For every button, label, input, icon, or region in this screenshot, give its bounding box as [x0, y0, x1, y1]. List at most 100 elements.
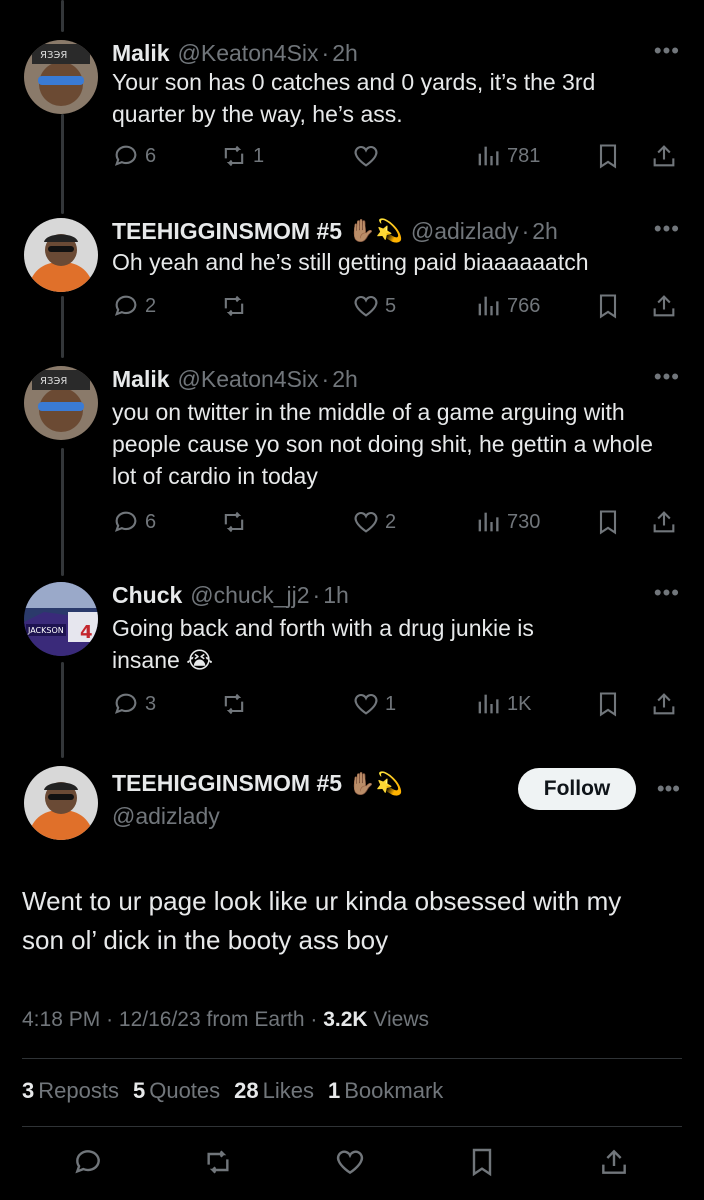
- views-total: 3.2K: [323, 1008, 368, 1031]
- heart-icon: [354, 693, 378, 715]
- share-icon: [653, 511, 675, 533]
- reply-button[interactable]: 3: [112, 688, 156, 720]
- views-count: 766: [507, 294, 541, 317]
- bookmark-icon: [599, 510, 617, 535]
- reply-icon: [114, 295, 137, 316]
- repost-icon: [224, 145, 244, 167]
- share-button[interactable]: [650, 506, 678, 538]
- like-button[interactable]: 1: [352, 688, 396, 720]
- tweet-date[interactable]: 12/16/23: [119, 1008, 201, 1031]
- football-jersey-avatar-icon: 4 JACKSON: [24, 582, 98, 656]
- more-icon[interactable]: •••: [657, 776, 680, 802]
- bookmark-button[interactable]: [594, 688, 622, 720]
- bookmark-button[interactable]: [594, 506, 622, 538]
- views-button[interactable]: 1K: [474, 688, 531, 720]
- main-avatar[interactable]: [24, 766, 98, 840]
- repost-button[interactable]: [220, 688, 253, 720]
- reply-icon: [114, 693, 137, 714]
- views-button[interactable]: 766: [474, 290, 540, 322]
- reply-button[interactable]: 6: [112, 140, 156, 172]
- author-name[interactable]: Malik: [112, 40, 170, 67]
- author-handle[interactable]: @adizlady: [411, 218, 519, 245]
- author-name[interactable]: Malik: [112, 366, 170, 393]
- views-count: 781: [507, 144, 541, 167]
- repost-icon: [224, 295, 244, 317]
- share-button[interactable]: [598, 1146, 630, 1178]
- reply-tweet[interactable]: ЯЗЭЯ Malik @Keaton4Six · 2h ••• Your son…: [0, 36, 704, 186]
- like-count: 5: [385, 294, 397, 317]
- heart-icon: [336, 1150, 364, 1175]
- timestamp[interactable]: 2h: [532, 218, 558, 245]
- likes-stat[interactable]: 28 Likes: [234, 1078, 314, 1104]
- reply-header: Chuck @chuck_jj2 · 1h: [112, 581, 349, 609]
- reply-tweet[interactable]: TEEHIGGINSMOM #5 ✋🏽💫 @adizlady · 2h ••• …: [0, 214, 704, 334]
- reply-button[interactable]: 6: [112, 506, 156, 538]
- views-count: 1K: [507, 692, 532, 715]
- author-handle[interactable]: @Keaton4Six: [178, 40, 319, 67]
- reply-tweet[interactable]: 4 JACKSON Chuck @chuck_jj2 · 1h ••• Goin…: [0, 578, 704, 728]
- reposts-stat[interactable]: 3 Reposts: [22, 1078, 119, 1104]
- like-button[interactable]: 5: [352, 290, 396, 322]
- share-button[interactable]: [650, 290, 678, 322]
- follow-button[interactable]: Follow: [518, 768, 636, 810]
- name-emoji: ✋🏽💫: [348, 770, 403, 796]
- like-button[interactable]: [334, 1146, 366, 1178]
- reply-count: 6: [145, 510, 157, 533]
- author-name[interactable]: TEEHIGGINSMOM #5: [112, 218, 342, 245]
- repost-button[interactable]: [220, 290, 253, 322]
- heart-icon: [354, 295, 378, 317]
- repost-icon: [224, 693, 244, 715]
- main-author-handle[interactable]: @adizlady: [112, 803, 220, 830]
- tweet-text: Going back and forth with a drug junkie …: [112, 615, 534, 673]
- repost-button[interactable]: 1: [220, 140, 264, 172]
- avatar[interactable]: 4 JACKSON: [24, 582, 98, 656]
- more-icon[interactable]: •••: [654, 38, 680, 64]
- share-button[interactable]: [650, 140, 678, 172]
- svg-text:ЯЗЭЯ: ЯЗЭЯ: [40, 376, 67, 387]
- bookmark-button[interactable]: [466, 1146, 498, 1178]
- repost-button[interactable]: [202, 1146, 234, 1178]
- bookmarks-stat[interactable]: 1 Bookmark: [328, 1078, 443, 1104]
- author-handle[interactable]: @chuck_jj2: [190, 582, 309, 609]
- reply-button[interactable]: [72, 1146, 104, 1178]
- more-icon[interactable]: •••: [654, 364, 680, 390]
- avatar[interactable]: ЯЗЭЯ: [24, 40, 98, 114]
- more-icon[interactable]: •••: [654, 580, 680, 606]
- author-handle[interactable]: @Keaton4Six: [178, 366, 319, 393]
- repost-button[interactable]: [220, 506, 253, 538]
- share-button[interactable]: [650, 688, 678, 720]
- action-bar: 6 1 781: [112, 140, 682, 172]
- like-button[interactable]: 2: [352, 506, 396, 538]
- like-count: 1: [385, 692, 397, 715]
- views-icon: [478, 296, 499, 316]
- timestamp[interactable]: 2h: [332, 40, 358, 67]
- views-icon: [478, 512, 499, 532]
- quotes-stat[interactable]: 5 Quotes: [133, 1078, 220, 1104]
- action-bar: 3 1 1K: [112, 688, 682, 720]
- orange-hoodie-avatar-icon: [24, 766, 98, 840]
- reply-button[interactable]: 2: [112, 290, 156, 322]
- bookmark-button[interactable]: [594, 290, 622, 322]
- share-icon: [653, 693, 675, 715]
- views-button[interactable]: 781: [474, 140, 540, 172]
- reply-icon: [114, 511, 137, 532]
- reply-icon: [114, 145, 137, 166]
- main-author-name[interactable]: TEEHIGGINSMOM #5 ✋🏽💫: [112, 770, 403, 797]
- bookmark-button[interactable]: [594, 140, 622, 172]
- reply-tweet[interactable]: ЯЗЭЯ Malik @Keaton4Six · 2h ••• you on t…: [0, 362, 704, 542]
- avatar[interactable]: [24, 218, 98, 292]
- author-name[interactable]: Chuck: [112, 582, 182, 609]
- main-action-bar: [0, 1146, 704, 1182]
- tweet-source: from Earth: [206, 1008, 305, 1031]
- like-button[interactable]: [352, 140, 385, 172]
- more-icon[interactable]: •••: [654, 216, 680, 242]
- share-icon: [602, 1149, 626, 1174]
- views-label: Views: [373, 1008, 430, 1031]
- timestamp[interactable]: 1h: [323, 582, 349, 609]
- views-button[interactable]: 730: [474, 506, 540, 538]
- svg-text:ЯЗЭЯ: ЯЗЭЯ: [40, 50, 67, 61]
- timestamp[interactable]: 2h: [332, 366, 358, 393]
- tweet-time[interactable]: 4:18 PM: [22, 1008, 100, 1031]
- avatar[interactable]: ЯЗЭЯ: [24, 366, 98, 440]
- repost-count: 1: [253, 144, 265, 167]
